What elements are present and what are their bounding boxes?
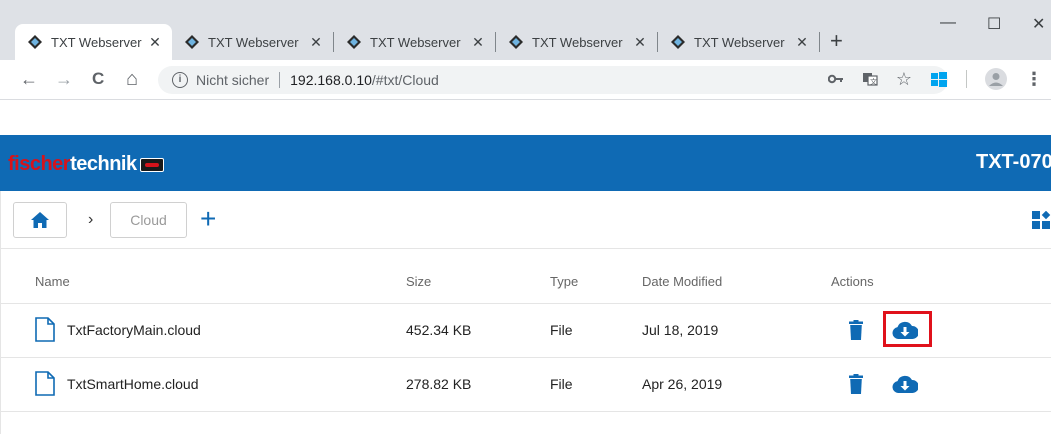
file-table-header: Name Size Type Date Modified Actions	[0, 249, 1051, 304]
device-name: TXT-0701	[976, 151, 1051, 173]
forward-button[interactable]: →	[55, 69, 73, 89]
logo-box-icon	[139, 157, 164, 172]
reload-button[interactable]: C	[92, 69, 104, 89]
txt-diamond-icon	[28, 35, 42, 49]
fischertechnik-logo[interactable]: fischer technik	[8, 153, 164, 176]
tab-title: TXT Webserver	[694, 34, 785, 50]
browser-toolbar: ← → C ⌂ i Nicht sicher 192.168.0.10 /#tx…	[0, 60, 1051, 100]
file-icon	[35, 317, 55, 342]
tab-title: TXT Webserver	[51, 34, 142, 50]
tab-3[interactable]: TXT Webserver ✕	[334, 24, 495, 60]
file-date: Apr 26, 2019	[642, 376, 723, 392]
header-name[interactable]: Name	[35, 274, 70, 289]
home-crumb-button[interactable]	[13, 202, 67, 238]
add-folder-button[interactable]: +	[200, 203, 216, 235]
svg-text:文: 文	[870, 77, 877, 86]
tab-1[interactable]: TXT Webserver ✕	[15, 24, 172, 60]
txt-diamond-icon	[671, 35, 685, 49]
tab-title: TXT Webserver	[370, 34, 461, 50]
header-size[interactable]: Size	[406, 274, 431, 289]
header-date[interactable]: Date Modified	[642, 274, 722, 289]
logo-word-technik: technik	[70, 153, 137, 175]
breadcrumb-bar: › Cloud +	[0, 191, 1051, 249]
back-button[interactable]: ←	[20, 69, 38, 89]
trash-icon[interactable]	[849, 320, 863, 340]
app-header: fischer technik TXT-0701	[0, 135, 1051, 191]
txt-diamond-icon	[347, 35, 361, 49]
maximize-button[interactable]: ☐	[987, 14, 1001, 34]
tab-close-icon[interactable]: ✕	[633, 34, 647, 51]
file-date: Jul 18, 2019	[642, 322, 719, 338]
tab-close-icon[interactable]: ✕	[795, 34, 809, 51]
tab-title: TXT Webserver	[208, 34, 299, 50]
home-icon	[31, 212, 49, 228]
tab-title: TXT Webserver	[532, 34, 623, 50]
txt-diamond-icon	[185, 35, 199, 49]
address-host: 192.168.0.10	[290, 72, 372, 88]
tab-separator	[819, 32, 820, 52]
translate-icon[interactable]: 文	[862, 71, 878, 87]
minimize-button[interactable]: —	[940, 14, 956, 32]
address-divider	[279, 72, 281, 88]
tab-2[interactable]: TXT Webserver ✕	[172, 24, 333, 60]
txt-diamond-icon	[509, 35, 523, 49]
file-name[interactable]: TxtFactoryMain.cloud	[67, 322, 201, 338]
file-name[interactable]: TxtSmartHome.cloud	[67, 376, 198, 392]
cloud-download-icon[interactable]	[892, 375, 918, 394]
toolbar-divider	[966, 70, 967, 88]
new-tab-button[interactable]: +	[830, 30, 843, 52]
tab-4[interactable]: TXT Webserver ✕	[496, 24, 657, 60]
browser-menu-icon[interactable]: ⋮	[1025, 69, 1043, 90]
address-path: /#txt/Cloud	[371, 72, 439, 88]
window-close-button[interactable]: ✕	[1032, 14, 1045, 34]
file-icon	[35, 371, 55, 396]
browser-tab-strip: TXT Webserver ✕ TXT Webserver ✕ TXT Webs…	[0, 0, 1051, 65]
trash-icon[interactable]	[849, 374, 863, 394]
info-icon[interactable]: i	[172, 72, 188, 88]
grid-view-icon[interactable]	[1032, 211, 1051, 230]
key-icon[interactable]	[827, 74, 844, 84]
header-type[interactable]: Type	[550, 274, 578, 289]
tab-list: TXT Webserver ✕ TXT Webserver ✕ TXT Webs…	[15, 24, 820, 60]
profile-avatar-icon[interactable]	[985, 68, 1007, 90]
browser-tools: 文 ☆ ⋮	[827, 68, 1043, 90]
logo-word-fischer: fischer	[8, 153, 71, 175]
file-size: 452.34 KB	[406, 322, 472, 338]
file-type: File	[550, 376, 573, 392]
tab-5[interactable]: TXT Webserver ✕	[658, 24, 819, 60]
header-actions: Actions	[831, 274, 874, 289]
tab-close-icon[interactable]: ✕	[148, 34, 162, 51]
breadcrumb-cloud[interactable]: Cloud	[110, 202, 187, 238]
file-size: 278.82 KB	[406, 376, 472, 392]
breadcrumb-separator: ›	[88, 211, 94, 228]
bookmark-star-icon[interactable]: ☆	[896, 69, 912, 90]
tab-close-icon[interactable]: ✕	[471, 34, 485, 51]
windows-extension-icon[interactable]	[930, 71, 948, 87]
tab-close-icon[interactable]: ✕	[309, 34, 323, 51]
file-type: File	[550, 322, 573, 338]
table-row[interactable]: TxtFactoryMain.cloud 452.34 KB File Jul …	[0, 304, 1051, 358]
download-highlight-box	[883, 311, 932, 347]
home-button[interactable]: ⌂	[126, 69, 138, 89]
page-viewport: fischer technik TXT-0701 › Cloud + Name …	[0, 101, 1051, 434]
table-row[interactable]: TxtSmartHome.cloud 278.82 KB File Apr 26…	[0, 358, 1051, 412]
security-label: Nicht sicher	[196, 72, 270, 88]
